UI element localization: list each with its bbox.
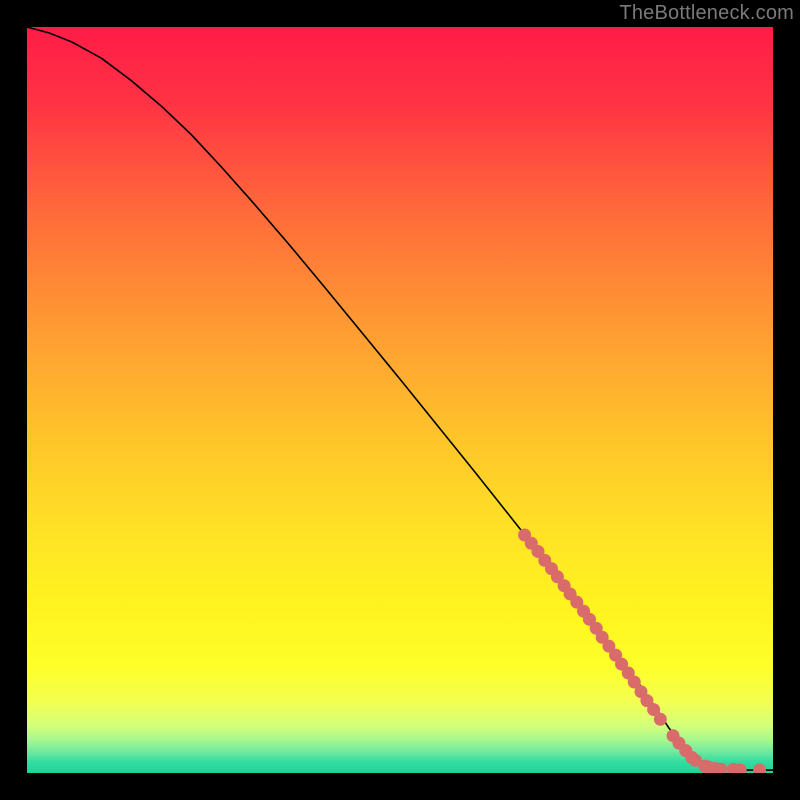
plot-area [27, 27, 773, 773]
chart-frame: TheBottleneck.com [0, 0, 800, 800]
chart-svg [27, 27, 773, 773]
gradient-background [27, 27, 773, 773]
attribution-text: TheBottleneck.com [619, 2, 794, 25]
data-marker [654, 713, 667, 726]
